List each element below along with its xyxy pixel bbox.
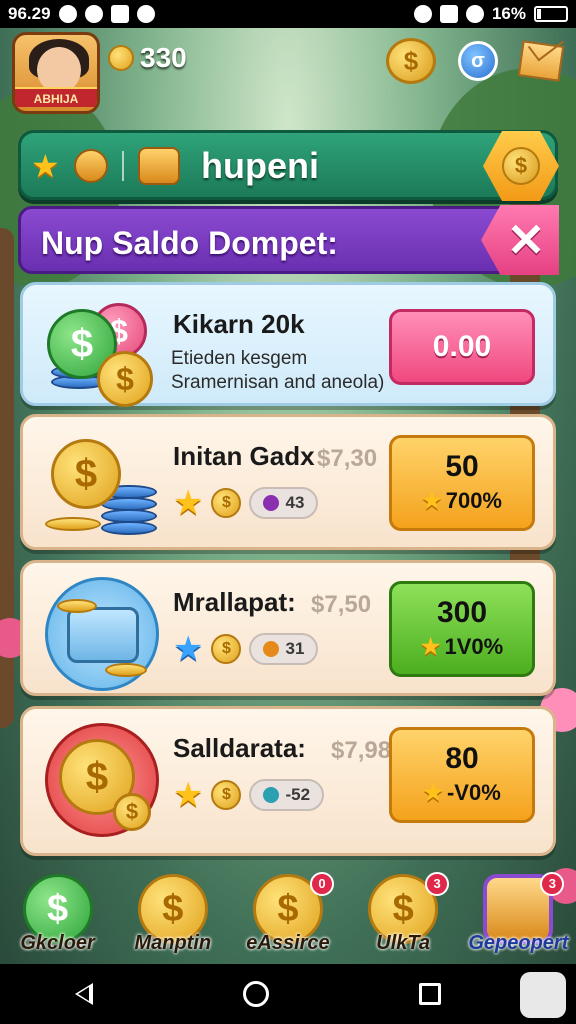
offer-name: Mrallapat:: [173, 587, 296, 617]
star-icon: ★: [173, 630, 204, 668]
offer-bonus: 1V0%: [444, 634, 504, 659]
offer-card[interactable]: Mrallapat: $7,50 ★ $ 31 300 ★ 1V0%: [20, 560, 556, 696]
star-icon: ★: [423, 780, 443, 805]
offer-meta: ★ $ 43: [173, 484, 319, 522]
coin-icon: $: [211, 780, 242, 810]
bottom-tab-bar: $ Gkcloer $ Manptin $ 0 eAssirce $ 3 Ulk…: [0, 866, 576, 964]
divider: [121, 151, 124, 181]
price-value: 0.00: [432, 330, 492, 363]
tab-label: Gepeopert: [468, 932, 569, 954]
coin-count-value: 330: [140, 42, 187, 73]
system-nav-bar: [0, 964, 576, 1024]
price-button[interactable]: 50 ★ 700%: [389, 435, 535, 531]
offer-bonus: -V0%: [446, 780, 501, 805]
sync-icon: [84, 5, 103, 23]
coins-art: $ $ $: [45, 299, 165, 409]
price-button[interactable]: 80 ★ -V0%: [389, 727, 535, 823]
star-icon: ★: [421, 488, 442, 513]
notification-badge: 3: [425, 872, 450, 896]
battery-icon: [534, 6, 568, 22]
bonus-pill: -52: [249, 779, 325, 811]
offer-amount: 300: [436, 596, 488, 629]
tab-eassirce[interactable]: $ 0 eAssirce: [234, 872, 342, 964]
offer-card[interactable]: $ $ Salldarata: $7,98 ★ $ -52 80 ★ -V0%: [20, 706, 556, 856]
banner-title: hupeni: [201, 145, 319, 186]
close-icon: ✕: [506, 214, 546, 266]
close-button[interactable]: ✕: [481, 205, 559, 275]
coins-shop-button[interactable]: $: [386, 38, 436, 84]
coin-balance: 330: [108, 42, 187, 74]
battery-percent: 16%: [491, 4, 526, 23]
offer-description: Etieden kesgem Sramernisan and aneola): [171, 348, 385, 393]
promo-banner[interactable]: ★ hupeni $: [18, 130, 559, 201]
star-icon: ★: [31, 148, 60, 184]
notification-badge: 0: [309, 872, 334, 896]
recents-icon[interactable]: [419, 983, 441, 1005]
bonus-pill: 43: [249, 487, 319, 519]
chest-art: [45, 577, 165, 691]
offer-old-price: $7,50: [311, 591, 372, 618]
offer-meta: ★ $ 31: [173, 630, 319, 668]
home-icon[interactable]: [243, 981, 269, 1007]
alarm-icon: [413, 5, 432, 23]
offer-name: Salldarata:: [173, 733, 306, 763]
offer-amount: 50: [445, 450, 479, 483]
game-tools-icon[interactable]: [520, 972, 566, 1018]
status-bar: 96.29 16%: [0, 0, 576, 28]
status-time: 96.29: [8, 4, 51, 23]
offer-name: Initan Gadx: [173, 441, 315, 471]
gem-icon: [263, 495, 280, 511]
header-title: Nup Saldo Dompet:: [41, 225, 338, 261]
gem-icon: [263, 787, 280, 803]
tab-gkcloer[interactable]: $ Gkcloer: [4, 874, 112, 964]
coins-art: $: [45, 431, 165, 541]
app-notification-icon: [110, 5, 129, 23]
badge-icon: [73, 149, 108, 183]
mute-icon: [439, 5, 458, 23]
coin-icon: $: [502, 147, 540, 185]
bonus-pill: 31: [249, 633, 319, 665]
top-bar: ABHIJA 330 $ σ: [0, 28, 576, 118]
coin-icon: $: [211, 488, 242, 518]
star-icon: ★: [173, 484, 204, 522]
price-button[interactable]: 300 ★ 1V0%: [389, 581, 535, 677]
offer-amount: 80: [445, 742, 479, 775]
mail-icon[interactable]: [517, 40, 565, 82]
tab-gepeopert[interactable]: 3 Gepeopert: [464, 872, 572, 964]
notification-icon: [58, 5, 77, 23]
offer-meta: ★ $ -52: [173, 776, 325, 814]
wallet-header: Nup Saldo Dompet: ✕: [18, 205, 559, 275]
offer-old-price: $7,30: [317, 445, 378, 472]
coins-art: $ $: [45, 723, 165, 837]
offer-name: Kikarn 20k: [173, 309, 305, 339]
offer-card[interactable]: $ Initan Gadx $7,30 ★ $ 43 50 ★ 700%: [20, 414, 556, 550]
tab-label: eAssirce: [246, 932, 330, 954]
coin-icon: [108, 45, 134, 71]
back-icon[interactable]: [75, 983, 93, 1005]
tab-label: Manptin: [134, 932, 212, 954]
profile-button[interactable]: σ: [458, 41, 498, 81]
offer-bonus: 700%: [445, 488, 502, 513]
star-icon: ★: [420, 634, 441, 659]
wifi-icon: [465, 5, 484, 23]
chest-icon: [137, 147, 180, 185]
gem-icon: [263, 641, 280, 657]
chat-icon: [136, 5, 155, 23]
tab-ulkta[interactable]: $ 3 UlkTa: [349, 872, 457, 964]
notification-badge: 3: [540, 872, 565, 896]
tab-manptin[interactable]: $ Manptin: [119, 874, 227, 964]
star-icon: ★: [173, 776, 204, 814]
tab-label: UlkTa: [376, 932, 431, 954]
avatar[interactable]: ABHIJA: [12, 32, 100, 114]
avatar-name-label: ABHIJA: [15, 87, 97, 107]
coin-icon: $: [211, 634, 242, 664]
price-button[interactable]: 0.00: [389, 309, 535, 385]
banner-coin-button[interactable]: $: [483, 131, 559, 201]
offer-old-price: $7,98: [331, 737, 392, 764]
tab-label: Gkcloer: [20, 932, 95, 954]
offer-card[interactable]: $ $ $ Kikarn 20k Etieden kesgem Sramerni…: [20, 282, 556, 409]
